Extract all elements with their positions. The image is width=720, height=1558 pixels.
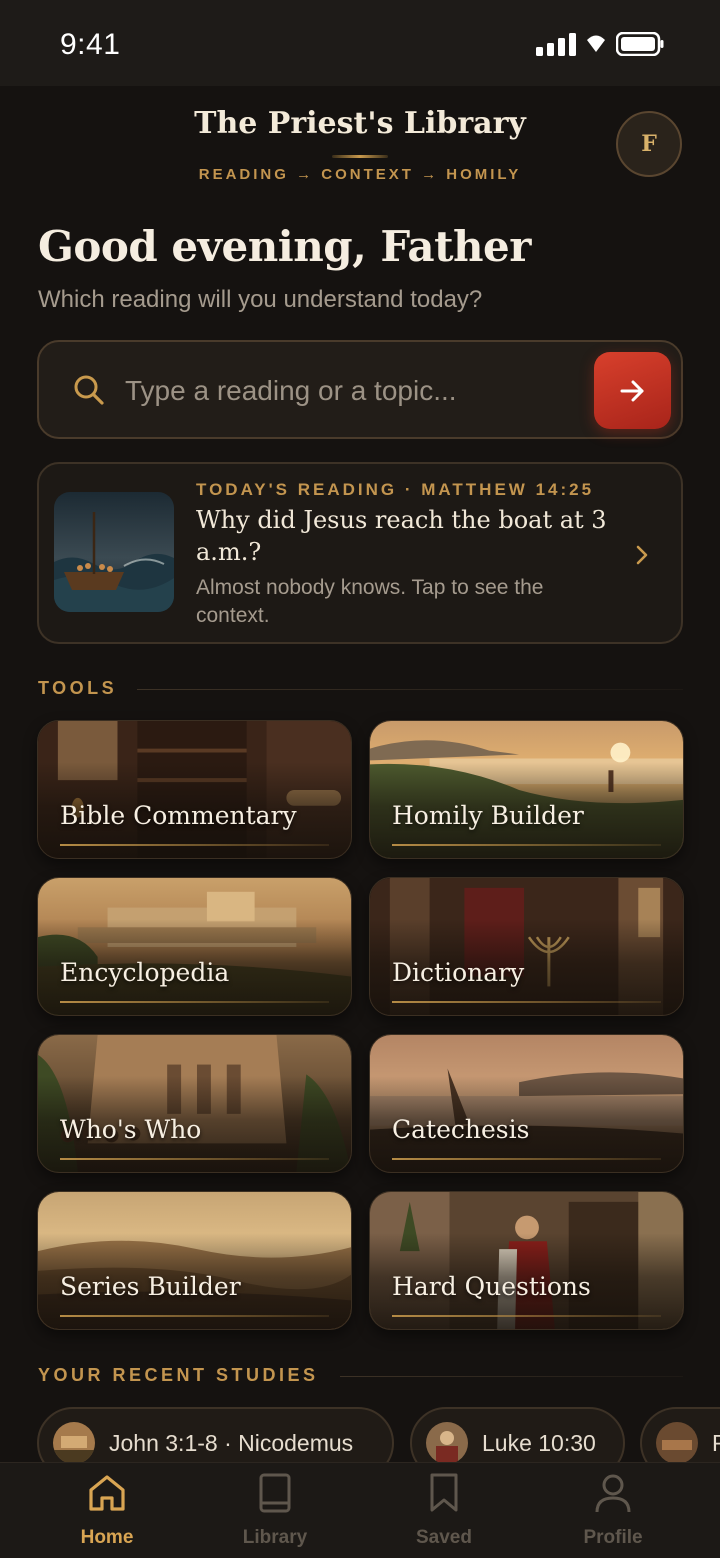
wifi-icon	[586, 32, 606, 56]
greeting-title: Good evening, Father	[38, 222, 531, 271]
bookmark-icon	[427, 1471, 461, 1515]
recent-study-label: Luke 10:30	[482, 1429, 596, 1456]
tool-encyclopedia[interactable]: Encyclopedia	[37, 877, 352, 1016]
greeting-subtitle: Which reading will you understand today?	[38, 286, 483, 313]
tool-label: Series Builder	[60, 1272, 241, 1301]
app-tagline: READING → CONTEXT → HOMILY	[198, 166, 522, 183]
tool-label: Who's Who	[60, 1115, 202, 1144]
battery-icon	[616, 32, 664, 56]
nav-library[interactable]: Library	[200, 1463, 350, 1558]
nav-profile[interactable]: Profile	[538, 1463, 688, 1558]
book-icon	[256, 1471, 294, 1515]
nav-home[interactable]: Home	[32, 1463, 182, 1558]
tools-heading: TOOLS	[38, 678, 118, 698]
tool-label: Hard Questions	[392, 1272, 591, 1301]
status-time: 9:41	[60, 28, 121, 61]
profile-avatar-button[interactable]: F	[616, 111, 682, 177]
cellular-signal-icon	[536, 32, 576, 56]
recent-study-label: R	[712, 1430, 720, 1457]
bottom-navigation: Home Library Saved Profile	[0, 1462, 720, 1558]
tool-label: Dictionary	[392, 958, 525, 987]
tool-label: Encyclopedia	[60, 958, 230, 987]
tool-dictionary[interactable]: Dictionary	[369, 877, 684, 1016]
tool-whos-who[interactable]: Who's Who	[37, 1034, 352, 1173]
home-icon	[86, 1471, 128, 1515]
study-thumbnail	[426, 1422, 468, 1464]
study-thumbnail	[656, 1422, 698, 1464]
tool-hard-questions[interactable]: Hard Questions	[369, 1191, 684, 1330]
tool-label: Bible Commentary	[60, 801, 297, 830]
tool-series-builder[interactable]: Series Builder	[37, 1191, 352, 1330]
status-bar: 9:41	[0, 0, 720, 86]
nav-label: Saved	[416, 1527, 472, 1548]
todays-reading-kicker: TODAY'S READING · MATTHEW 14:25	[196, 480, 595, 499]
tool-homily-builder[interactable]: Homily Builder	[369, 720, 684, 859]
tools-divider	[137, 689, 683, 690]
nav-label: Home	[80, 1527, 134, 1548]
search-icon	[73, 374, 105, 411]
tool-catechesis[interactable]: Catechesis	[369, 1034, 684, 1173]
todays-reading-title: Why did Jesus reach the boat at 3 a.m.?	[196, 506, 607, 566]
search-input[interactable]	[125, 366, 585, 416]
study-thumbnail	[53, 1422, 95, 1464]
recent-study-label: John 3:1-8 · Nicodemus	[109, 1429, 354, 1456]
tool-bible-commentary[interactable]: Bible Commentary	[37, 720, 352, 859]
profile-icon	[593, 1471, 633, 1515]
tool-label: Catechesis	[392, 1115, 530, 1144]
search-submit-button[interactable]	[594, 352, 671, 429]
tool-label: Homily Builder	[392, 801, 584, 830]
status-icons	[536, 30, 664, 56]
todays-reading-card[interactable]: TODAY'S READING · MATTHEW 14:25 Why did …	[37, 462, 683, 644]
chevron-right-icon	[635, 544, 649, 571]
arrow-right-icon	[620, 380, 643, 401]
nav-saved[interactable]: Saved	[369, 1463, 519, 1558]
storm-boat-image	[54, 492, 174, 612]
search-bar	[37, 340, 683, 439]
recent-studies-divider	[340, 1376, 683, 1377]
recent-studies-heading: YOUR RECENT STUDIES	[38, 1365, 319, 1385]
app-title: The Priest's Library	[194, 106, 526, 141]
todays-reading-description: Almost nobody knows. Tap to see the cont…	[196, 576, 544, 627]
nav-label: Profile	[583, 1527, 643, 1548]
avatar-initial: F	[641, 131, 657, 157]
title-divider	[332, 155, 388, 158]
nav-label: Library	[242, 1527, 308, 1548]
